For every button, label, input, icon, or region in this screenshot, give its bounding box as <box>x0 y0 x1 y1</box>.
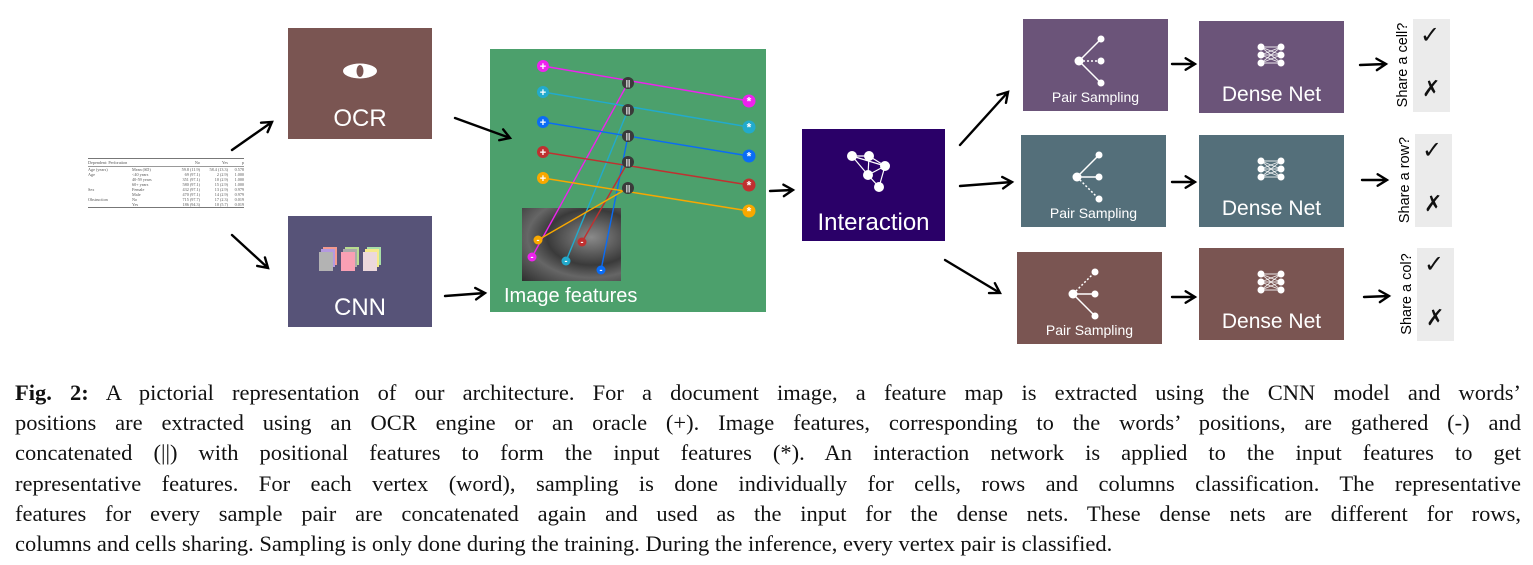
dense-net-box: Dense Net <box>1199 21 1344 113</box>
header-cell: Dependent: Perforation <box>88 159 128 165</box>
table-header: Dependent: Perforation No Yes p <box>88 159 244 167</box>
question-label: Share a col? <box>1399 253 1415 335</box>
dense-net-label: Dense Net <box>1221 197 1322 220</box>
question-label: Share a row? <box>1397 136 1413 224</box>
caption-line: concatenated (||) with positional featur… <box>15 438 1521 468</box>
table-cell <box>88 202 132 207</box>
arrow-icon <box>230 233 270 270</box>
caption-text: concatenated (||) with positional featur… <box>15 440 1521 466</box>
arrow-icon <box>943 258 1002 295</box>
question-label: Share a cell? <box>1395 22 1411 108</box>
arrow-icon <box>1170 290 1198 304</box>
caption-text: features for every sample pair are conca… <box>15 500 1521 526</box>
interaction-box: Interaction <box>802 129 945 241</box>
arrow-icon <box>1360 173 1390 187</box>
caption-text: representative features. For each vertex… <box>15 470 1521 496</box>
ocr-label: OCR <box>333 105 387 132</box>
caption-text: A pictorial representation of our archit… <box>88 380 1521 405</box>
table-row: Yes 186 (94.3) 10 (5.7) 0.019 <box>88 202 244 207</box>
dense-net-label: Dense Net <box>1221 83 1322 106</box>
arrow-icon <box>1362 289 1392 304</box>
pair-sampling-box: Pair Sampling <box>1021 135 1166 227</box>
caption-text: columns and cells sharing. Sampling is o… <box>15 531 1113 557</box>
caption-text: positions are extracted using an OCR eng… <box>15 410 1521 436</box>
arrow-icon <box>958 90 1010 147</box>
table-cell: Yes <box>132 201 139 207</box>
pair-sampling-label: Pair Sampling <box>1045 322 1134 338</box>
cross-icon: ✗ <box>1424 192 1443 217</box>
pair-sampling-box: Pair Sampling <box>1023 19 1168 111</box>
arrow-icon <box>230 120 274 152</box>
ocr-box: OCR <box>288 28 432 139</box>
dense-net-box: Dense Net <box>1199 135 1344 227</box>
caption-line: columns and cells sharing. Sampling is o… <box>15 529 1521 559</box>
cross-icon: ✗ <box>1422 77 1441 102</box>
figure-caption: Fig. 2: A pictorial representation of ou… <box>15 378 1521 559</box>
check-icon: ✓ <box>1424 250 1445 278</box>
header-cell <box>132 160 172 165</box>
arrow-icon <box>958 175 1015 190</box>
header-cell: p <box>241 159 244 165</box>
table-cell: 10 (5.7) <box>214 201 228 207</box>
figure-label: Fig. 2: <box>15 380 89 405</box>
check-icon: ✓ <box>1420 21 1441 49</box>
arrow-icon <box>768 183 796 198</box>
dense-net-label: Dense Net <box>1221 310 1322 333</box>
interaction-label: Interaction <box>817 209 930 236</box>
header-cell: Yes <box>221 159 228 165</box>
header-cell: No <box>194 159 200 165</box>
caption-line: features for every sample pair are conca… <box>15 499 1521 529</box>
arrow-icon <box>1358 57 1389 72</box>
feature-map-image <box>522 208 621 281</box>
image-features-box: Image features <box>490 49 766 312</box>
pair-sampling-label: Pair Sampling <box>1051 89 1140 105</box>
dense-net-box: Dense Net <box>1199 248 1344 340</box>
figure: Dependent: Perforation No Yes p Age (yea… <box>0 0 1533 565</box>
arrow-icon <box>1170 57 1198 71</box>
table-cell: 186 (94.3) <box>182 201 200 207</box>
image-features-label: Image features <box>504 285 638 307</box>
caption-line: positions are extracted using an OCR eng… <box>15 408 1521 438</box>
check-icon: ✓ <box>1422 136 1443 164</box>
cnn-box: CNN <box>288 216 432 327</box>
pair-sampling-label: Pair Sampling <box>1049 205 1138 221</box>
arrow-icon <box>1170 175 1198 189</box>
caption-line: Fig. 2: A pictorial representation of ou… <box>15 378 1521 408</box>
cross-icon: ✗ <box>1426 306 1445 331</box>
caption-line: representative features. For each vertex… <box>15 469 1521 499</box>
pair-sampling-box: Pair Sampling <box>1017 252 1162 344</box>
arrow-icon <box>443 286 488 301</box>
table-cell: 0.019 <box>234 201 244 207</box>
cnn-label: CNN <box>334 294 386 321</box>
document-table-thumbnail: Dependent: Perforation No Yes p Age (yea… <box>88 158 244 208</box>
